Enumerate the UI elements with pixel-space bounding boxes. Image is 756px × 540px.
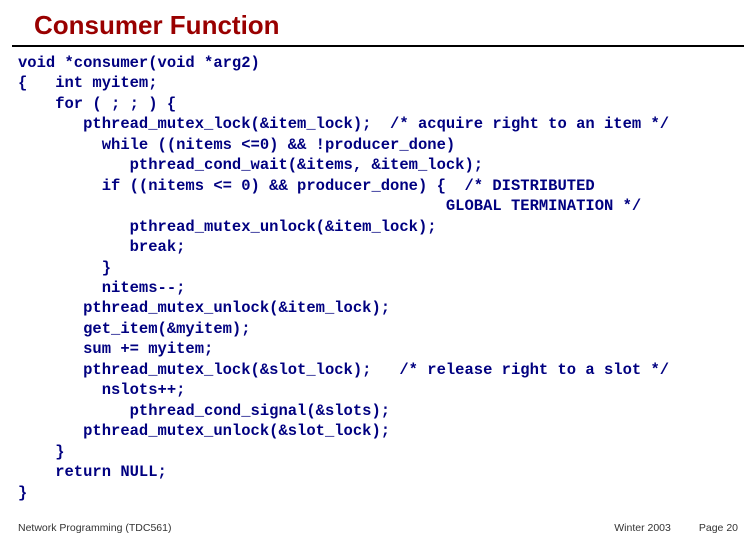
code-line: return NULL; <box>18 463 167 481</box>
code-line: { int myitem; <box>18 74 158 92</box>
code-line: while ((nitems <=0) && !producer_done) <box>18 136 455 154</box>
code-line: for ( ; ; ) { <box>18 95 176 113</box>
footer-center: Winter 2003 <box>614 522 671 534</box>
code-line: pthread_mutex_unlock(&slot_lock); <box>18 422 390 440</box>
code-line: pthread_cond_signal(&slots); <box>18 402 390 420</box>
code-line: sum += myitem; <box>18 340 213 358</box>
code-line: pthread_mutex_lock(&slot_lock); /* relea… <box>18 361 669 379</box>
code-line: nslots++; <box>18 381 185 399</box>
code-line: } <box>18 443 65 461</box>
code-line: } <box>18 259 111 277</box>
code-block: void *consumer(void *arg2) { int myitem;… <box>0 47 756 503</box>
code-line: pthread_mutex_unlock(&item_lock); <box>18 299 390 317</box>
footer: Network Programming (TDC561) Winter 2003… <box>0 522 756 534</box>
slide-title: Consumer Function <box>12 0 744 47</box>
code-line: pthread_mutex_unlock(&item_lock); <box>18 218 437 236</box>
code-line: if ((nitems <= 0) && producer_done) { /*… <box>18 177 595 195</box>
code-line: pthread_mutex_lock(&item_lock); /* acqui… <box>18 115 669 133</box>
code-line: GLOBAL TERMINATION */ <box>18 197 641 215</box>
code-line: get_item(&myitem); <box>18 320 251 338</box>
code-line: pthread_cond_wait(&items, &item_lock); <box>18 156 483 174</box>
code-line: } <box>18 484 27 502</box>
code-line: nitems--; <box>18 279 185 297</box>
footer-right: Page 20 <box>699 522 738 534</box>
footer-left: Network Programming (TDC561) <box>18 522 171 534</box>
code-line: break; <box>18 238 185 256</box>
code-line: void *consumer(void *arg2) <box>18 54 260 72</box>
